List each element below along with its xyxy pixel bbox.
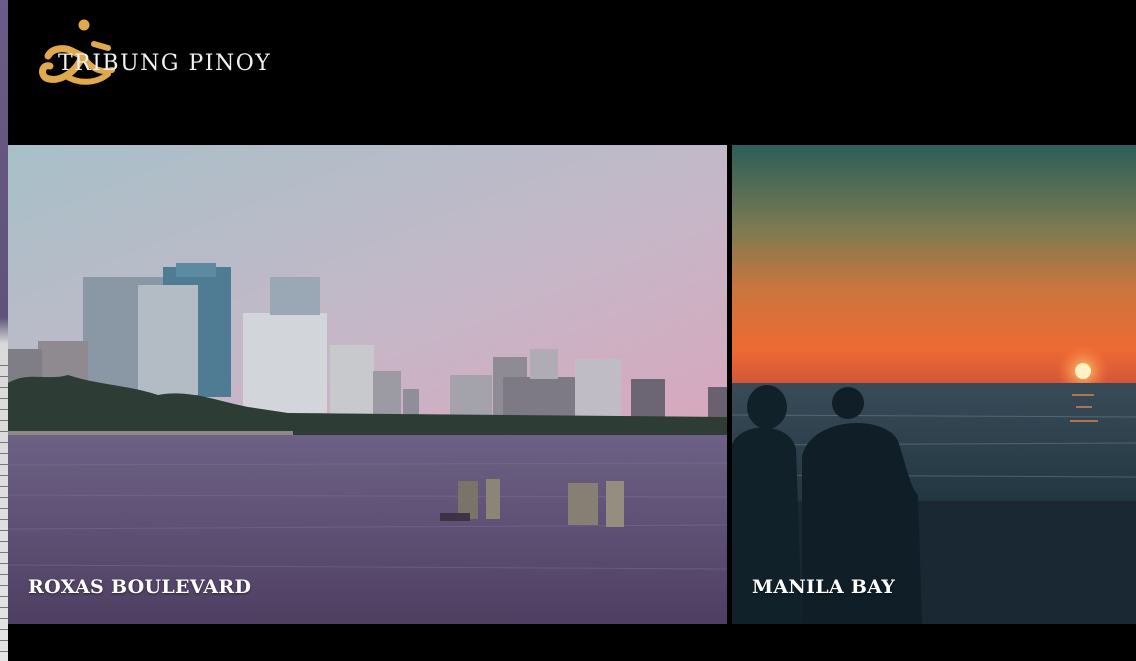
left-window-edge-text bbox=[0, 365, 8, 655]
brand-name: TRIBUNG PINOY bbox=[58, 51, 272, 76]
skyline-photo bbox=[8, 145, 727, 624]
left-window-edge bbox=[0, 0, 8, 661]
tile-manila-bay[interactable]: MANILA BAY bbox=[732, 145, 1136, 624]
site-logo-link[interactable]: TRIBUNG PINOY bbox=[38, 18, 270, 90]
tile-caption: ROXAS BOULEVARD bbox=[28, 576, 252, 598]
tile-roxas-boulevard[interactable]: ROXAS BOULEVARD bbox=[8, 145, 727, 624]
tile-caption: MANILA BAY bbox=[752, 576, 896, 598]
sunset-photo bbox=[732, 145, 1136, 624]
site-header: TRIBUNG PINOY bbox=[8, 0, 1136, 144]
